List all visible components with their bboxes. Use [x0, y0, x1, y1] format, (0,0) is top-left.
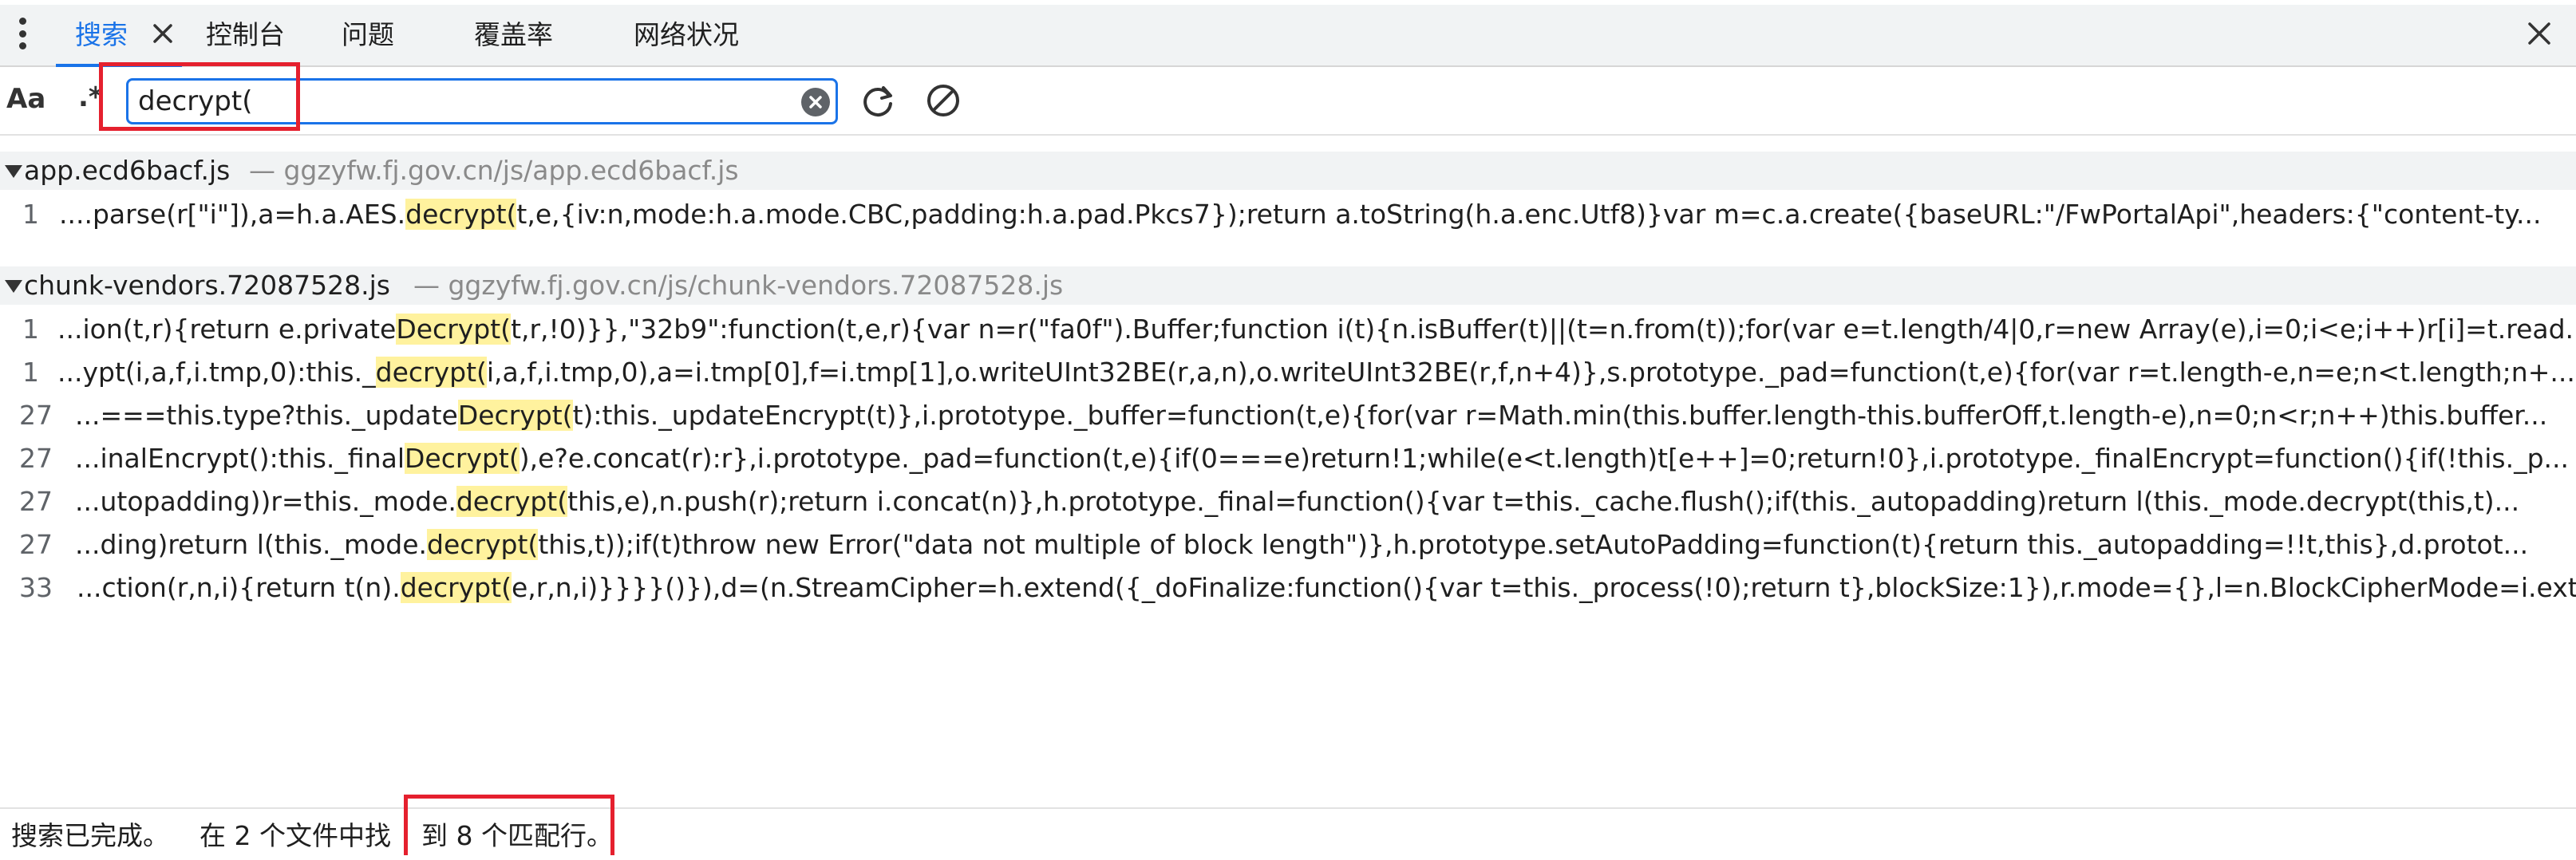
file-header-app[interactable]: app.ecd6bacf.js — ggzyfw.fj.gov.cn/js/ap… [0, 152, 2576, 190]
match-row[interactable]: 27 ...utopadding))r=this._mode.decrypt(t… [0, 480, 2576, 523]
kebab-menu-icon[interactable] [18, 18, 27, 49]
match-text: ....parse(r["i"]),a=h.a.AES.decrypt(t,e,… [59, 199, 2542, 230]
match-text: ...inalEncrypt():this._finalDecrypt(),e?… [75, 443, 2569, 474]
line-number: 27 [19, 486, 53, 517]
match-highlight: Decrypt( [457, 400, 573, 431]
file-header-chunk-vendors[interactable]: chunk-vendors.72087528.js — ggzyfw.fj.go… [0, 266, 2576, 305]
clear-input-icon[interactable] [801, 88, 830, 116]
match-text: ...ding)return l(this._mode.decrypt(this… [75, 529, 2529, 560]
close-icon[interactable] [148, 19, 177, 48]
match-text: ...ion(t,r){return e.privateDecrypt(t,r,… [57, 314, 2576, 345]
match-row[interactable]: 1 ...ypt(i,a,f,i.tmp,0):this._decrypt(i,… [0, 351, 2576, 394]
tab-search[interactable]: 搜索 [75, 0, 128, 65]
match-highlight: decrypt( [405, 199, 517, 230]
line-number: 27 [19, 443, 53, 474]
match-row[interactable]: 1 ...ion(t,r){return e.privateDecrypt(t,… [0, 308, 2576, 351]
match-highlight: Decrypt( [396, 314, 512, 345]
close-panel-icon[interactable] [2523, 18, 2555, 49]
search-results: app.ecd6bacf.js — ggzyfw.fj.gov.cn/js/ap… [0, 136, 2576, 807]
regex-button[interactable]: .* [78, 81, 103, 113]
search-input[interactable] [138, 81, 792, 122]
expand-triangle-icon[interactable] [5, 280, 22, 293]
match-row[interactable]: 27 ...inalEncrypt():this._finalDecrypt()… [0, 437, 2576, 480]
file-name: app.ecd6bacf.js [24, 155, 231, 186]
file-path: — ggzyfw.fj.gov.cn/js/app.ecd6bacf.js [249, 155, 739, 186]
expand-triangle-icon[interactable] [5, 165, 22, 178]
match-text: ...ction(r,n,i){return t(n).decrypt(e,r,… [77, 572, 2576, 603]
match-row[interactable]: 27 ...===this.type?this._updateDecrypt(t… [0, 394, 2576, 437]
match-text: ...ypt(i,a,f,i.tmp,0):this._decrypt(i,a,… [57, 357, 2575, 388]
search-box [126, 78, 838, 124]
status-done: 搜索已完成。 [11, 820, 169, 851]
status-summary-b: 到 8 个匹配行。 [421, 820, 613, 851]
file-path: — ggzyfw.fj.gov.cn/js/chunk-vendors.7208… [413, 270, 1064, 301]
search-toolbar: Aa .* [0, 67, 2576, 136]
line-number: 1 [22, 314, 39, 345]
status-bar: 搜索已完成。 在 2 个文件中找 到 8 个匹配行。 [0, 807, 2576, 855]
match-text: ...utopadding))r=this._mode.decrypt(this… [75, 486, 2520, 517]
refresh-icon[interactable] [857, 80, 899, 121]
match-row[interactable]: 1 ....parse(r["i"]),a=h.a.AES.decrypt(t,… [0, 193, 2576, 236]
panel-tab-bar: 搜索 控制台 问题 覆盖率 网络状况 [0, 0, 2576, 67]
tab-issues[interactable]: 问题 [342, 0, 394, 65]
cancel-icon[interactable] [923, 80, 964, 121]
match-highlight: Decrypt( [405, 443, 520, 474]
line-number: 27 [19, 400, 53, 431]
file-name: chunk-vendors.72087528.js [24, 270, 390, 301]
match-row[interactable]: 33 ...ction(r,n,i){return t(n).decrypt(e… [0, 566, 2576, 609]
match-text: ...===this.type?this._updateDecrypt(t):t… [75, 400, 2548, 431]
tab-console[interactable]: 控制台 [206, 0, 285, 65]
line-number: 1 [22, 199, 39, 230]
match-highlight: decrypt( [427, 529, 539, 560]
match-highlight: decrypt( [375, 357, 487, 388]
match-case-button[interactable]: Aa [6, 83, 45, 115]
line-number: 1 [22, 357, 39, 388]
status-summary-a: 在 2 个文件中找 [200, 820, 391, 851]
match-row[interactable]: 27 ...ding)return l(this._mode.decrypt(t… [0, 523, 2576, 566]
tab-network-conditions[interactable]: 网络状况 [634, 0, 739, 65]
match-highlight: decrypt( [400, 572, 512, 603]
line-number: 33 [19, 572, 53, 603]
match-highlight: decrypt( [456, 486, 568, 517]
tab-coverage[interactable]: 覆盖率 [474, 0, 553, 65]
line-number: 27 [19, 529, 53, 560]
